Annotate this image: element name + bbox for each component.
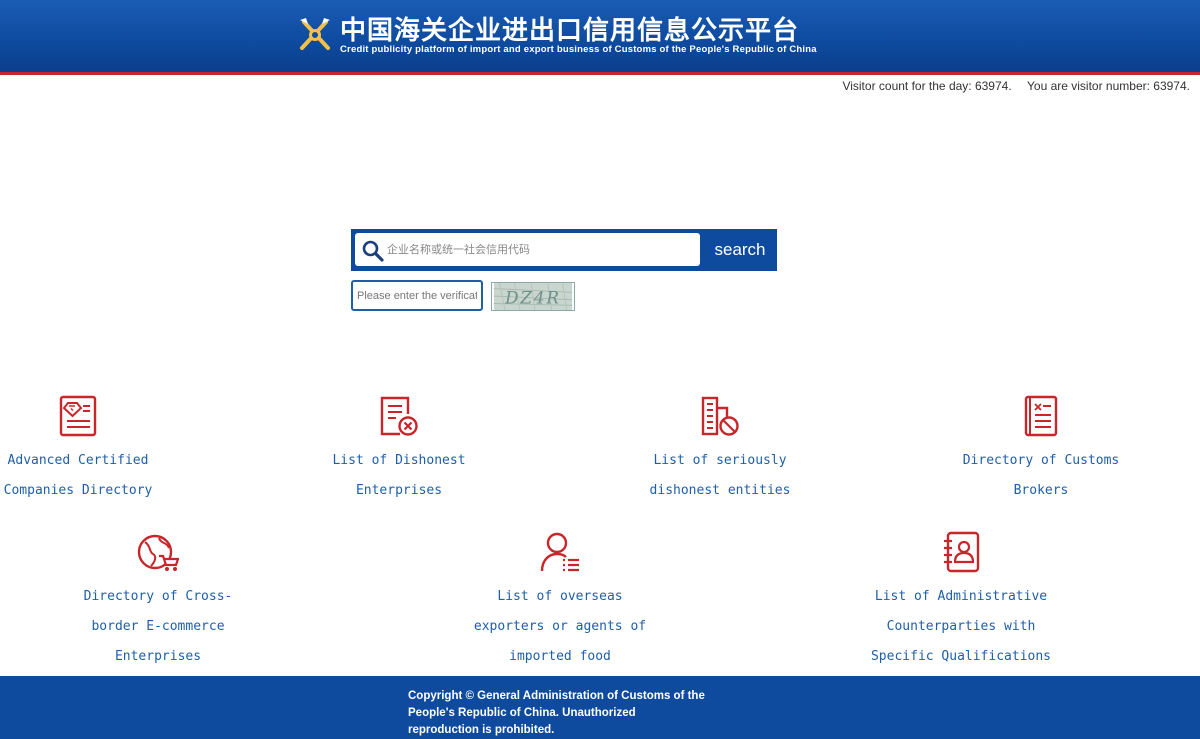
category-label-line3: imported food [509,649,611,664]
site-subtitle: Credit publicity platform of import and … [340,44,817,55]
visitor-today: Visitor count for the day: 63974. [842,79,1012,93]
category-label-line1: Directory of Cross- [83,589,233,604]
category-label-line2: border E-commerce [91,619,225,634]
captcha-image[interactable]: DZ4R [491,282,575,311]
building-ban-icon [701,396,739,436]
globe-cart-icon [137,534,179,571]
category-label-line2: Counterparties with [886,619,1036,634]
site-header: 中国海关企业进出口信用信息公示平台 Credit publicity platf… [0,0,1200,75]
customs-emblem-icon [300,18,330,50]
search-input[interactable] [387,237,692,261]
site-footer: Copyright © General Administration of Cu… [0,676,1200,739]
captcha-text: DZ4R [504,287,561,307]
document-x-icon [380,396,418,436]
notebook-icon [1024,395,1058,437]
visitor-number: You are visitor number: 63974. [1027,79,1190,93]
category-label-line1: List of Administrative [874,589,1048,604]
visitor-counter: Visitor count for the day: 63974. You ar… [842,79,1190,93]
person-list-icon [540,532,579,572]
category-label-line3: Enterprises [114,649,202,664]
certificate-icon [59,395,97,437]
category-label-line1: List of Dishonest [332,453,466,468]
category-administrative-counterparties[interactable]: List of Administrative Counterparties wi… [866,530,1056,672]
category-label-line1: Advanced Certified [7,453,149,468]
search-icon [362,240,384,262]
contact-book-icon [944,531,980,573]
category-dishonest-enterprises[interactable]: List of Dishonest Enterprises [319,394,479,506]
category-advanced-certified[interactable]: Advanced Certified Companies Directory [0,394,156,506]
verification-code-input[interactable] [351,280,483,311]
category-label-line2: Brokers [1013,483,1069,498]
category-label-line2: Companies Directory [3,483,153,498]
category-label-line2: dishonest entities [649,483,791,498]
category-label-line1: List of seriously [653,453,787,468]
category-label-line2: exporters or agents of [473,619,647,634]
category-label-line1: Directory of Customs [962,453,1120,468]
category-label-line1: List of overseas [497,589,623,604]
search-bar: search [351,229,777,271]
category-customs-brokers[interactable]: Directory of Customs Brokers [956,394,1126,506]
search-field-wrapper [355,233,700,266]
copyright-text: Copyright © General Administration of Cu… [408,690,705,736]
category-cross-border-ecommerce[interactable]: Directory of Cross- border E-commerce En… [78,530,238,672]
category-overseas-exporters[interactable]: List of overseas exporters or agents of … [470,530,650,672]
category-label-line2: Enterprises [355,483,443,498]
site-title: 中国海关企业进出口信用信息公示平台 [340,16,800,46]
category-seriously-dishonest[interactable]: List of seriously dishonest entities [640,394,800,506]
category-label-line3: Specific Qualifications [870,649,1051,664]
search-button[interactable]: search [703,229,777,271]
